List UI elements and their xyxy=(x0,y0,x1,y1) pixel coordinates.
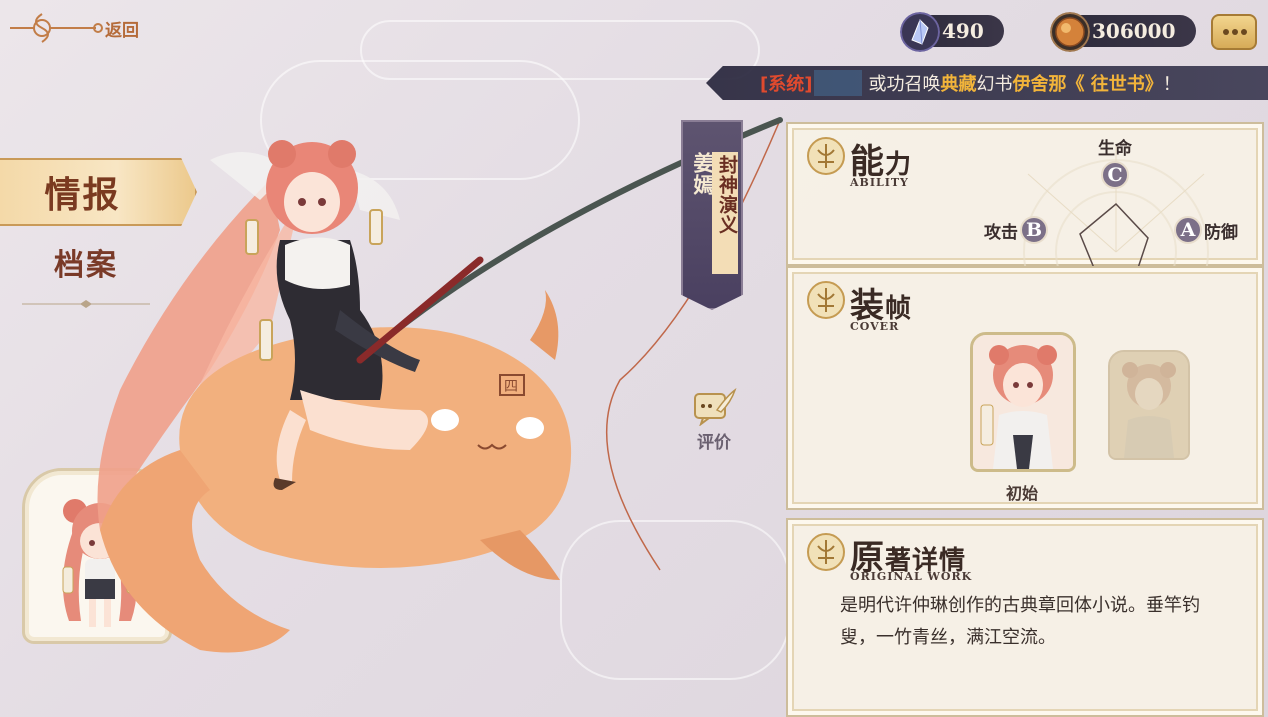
cover-option-locked[interactable] xyxy=(1108,350,1190,460)
crystal-amount: 490 xyxy=(942,19,984,43)
series-name: 封神演义 xyxy=(716,155,738,235)
quill-chat-icon xyxy=(694,387,737,427)
back-label: 返回 xyxy=(105,20,139,41)
chat-dot xyxy=(1223,29,1229,35)
series-tag: 封神演义 xyxy=(712,152,738,274)
stat-hp: 生命 C xyxy=(1098,134,1132,189)
stat-attack: 攻击 B xyxy=(984,216,1048,244)
announcement-text: 或功召唤 xyxy=(868,74,941,95)
system-tag: [系统] xyxy=(760,74,813,95)
svg-text:四: 四 xyxy=(504,379,518,395)
section-emblem-icon xyxy=(807,137,845,175)
system-announcement: [系统] 或功召唤 典藏 幻书 伊舍那《 往世书》 ！ xyxy=(706,66,1268,100)
review-label: 评价 xyxy=(697,433,731,453)
cover-option-initial[interactable] xyxy=(970,332,1076,472)
background-ornament xyxy=(360,20,760,80)
chat-dot xyxy=(1232,29,1238,35)
cover-portrait-image xyxy=(973,335,1073,469)
back-button[interactable]: 返回 xyxy=(8,6,158,50)
stat-attack-label: 攻击 xyxy=(984,222,1018,243)
character-name-banner: 姜嫣 封神演义 xyxy=(681,120,743,310)
crystal-currency[interactable]: 490 xyxy=(900,12,1038,52)
cover-subtitle: COVER xyxy=(850,320,900,333)
original-work-subtitle: ORIGINAL WORK xyxy=(850,570,973,583)
original-work-section: 原著详情 ORIGINAL WORK 是明代许仲琳创作的古典章回体小说。垂竿钓叟… xyxy=(786,518,1264,717)
section-emblem-icon xyxy=(807,281,845,319)
gold-currency[interactable]: 306000 xyxy=(1050,12,1196,52)
crystal-icon xyxy=(900,12,940,52)
chat-button[interactable] xyxy=(1211,14,1257,50)
locked-cover-image xyxy=(1110,352,1188,458)
review-button[interactable]: 评价 xyxy=(691,387,737,454)
gold-amount: 306000 xyxy=(1092,19,1176,43)
detail-panel: 能力 ABILITY 生命 C 攻击 B A 防御 装帧 COVER 初始 原著… xyxy=(786,120,1268,717)
announcement-text: 幻书 xyxy=(976,74,1013,95)
stat-hp-label: 生命 xyxy=(1098,139,1132,159)
marquee-gap xyxy=(814,70,863,96)
back-arrow-icon xyxy=(10,13,103,43)
announcement-text: ！ xyxy=(1162,74,1181,95)
gold-coin-icon xyxy=(1050,12,1090,52)
stat-defense-label: 防御 xyxy=(1204,222,1238,243)
announcement-highlight: 伊舍那《 往世书》 xyxy=(1012,74,1163,95)
ability-subtitle: ABILITY xyxy=(850,176,909,189)
stat-defense-grade: A xyxy=(1174,216,1202,244)
original-work-description: 是明代许仲琳创作的古典章回体小说。垂竿钓叟，一竹青丝，满江空流。 xyxy=(840,595,1200,648)
section-emblem-icon xyxy=(807,533,845,571)
announcement-highlight: 典藏 xyxy=(940,74,977,95)
chat-dot xyxy=(1241,29,1247,35)
stat-attack-grade: B xyxy=(1020,216,1048,244)
stat-defense: A 防御 xyxy=(1174,216,1238,244)
ability-section: 能力 ABILITY 生命 C 攻击 B A 防御 xyxy=(786,122,1264,268)
cover-option-label: 初始 xyxy=(1006,484,1039,503)
cover-section: 装帧 COVER 初始 xyxy=(786,266,1264,510)
stat-hp-grade: C xyxy=(1101,161,1129,189)
